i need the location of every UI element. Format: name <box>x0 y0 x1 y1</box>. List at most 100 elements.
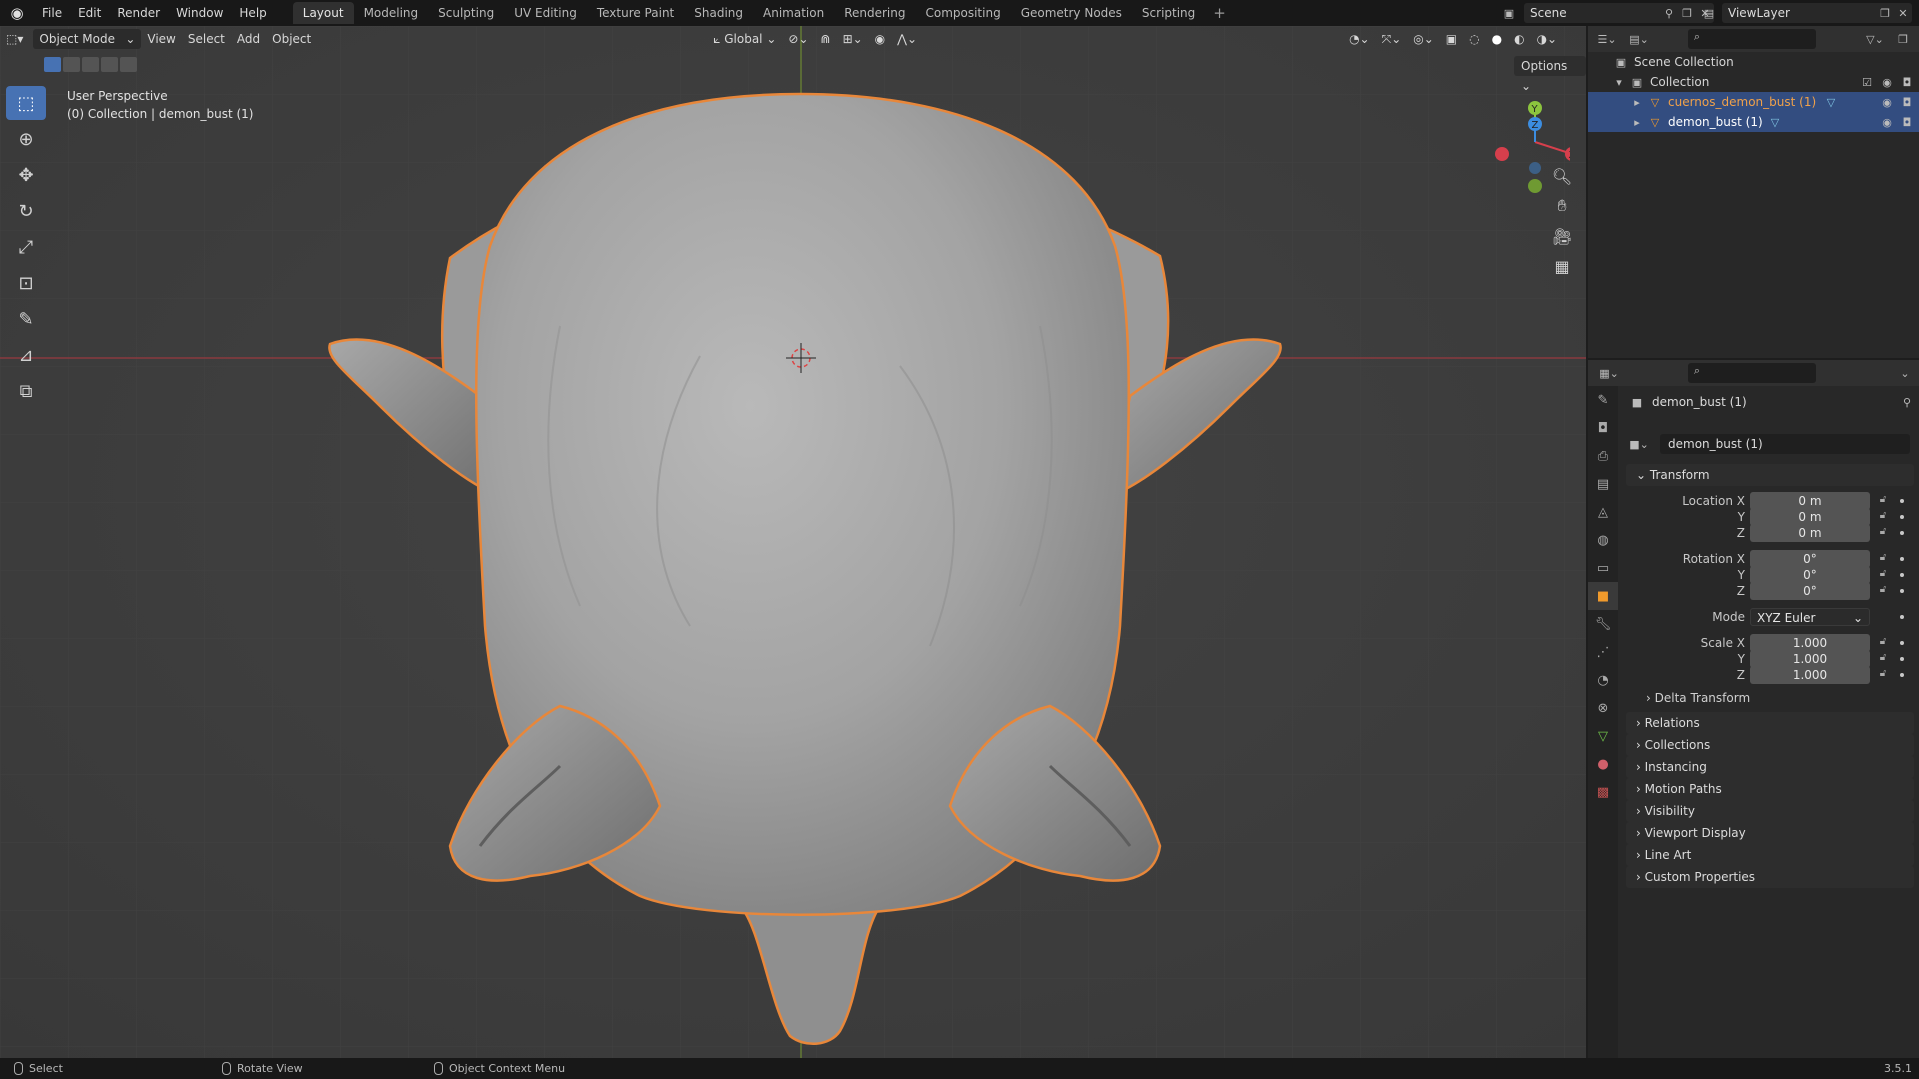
keyframe-dot-icon[interactable] <box>1900 499 1904 503</box>
keyframe-dot-icon[interactable] <box>1900 573 1904 577</box>
tab-scripting[interactable]: Scripting <box>1132 2 1205 24</box>
tab-rendering[interactable]: Rendering <box>834 2 915 24</box>
keyframe-dot-icon[interactable] <box>1900 515 1904 519</box>
solid-shading-icon[interactable]: ● <box>1486 29 1508 49</box>
tab-compositing[interactable]: Compositing <box>915 2 1010 24</box>
move-tool-icon[interactable]: ✥ <box>6 158 46 192</box>
menu-object[interactable]: Object <box>266 29 317 49</box>
select-new-icon[interactable] <box>44 57 61 72</box>
scene-selector-icon[interactable]: ▣ <box>1500 5 1518 21</box>
texture-tab-icon[interactable]: ▩ <box>1588 778 1618 806</box>
ortho-grid-icon[interactable]: ▦ <box>1548 252 1576 280</box>
visibility-icon[interactable]: ◔⌄ <box>1343 29 1376 49</box>
eye-icon[interactable]: ◉ <box>1878 94 1896 110</box>
object-type-icon[interactable]: ■⌄ <box>1629 436 1649 452</box>
new-scene-icon[interactable]: ❐ <box>1678 5 1696 21</box>
constraints-tab-icon[interactable]: ⊗ <box>1588 694 1618 722</box>
delta-transform-header[interactable]: › Delta Transform <box>1626 688 1914 708</box>
lock-icon[interactable]: 🔓︎ <box>1876 651 1890 665</box>
editor-type-icon[interactable]: ⬚▾ <box>0 29 29 49</box>
view-layer-selector-icon[interactable]: ▤ <box>1700 5 1718 21</box>
instancing-panel-header[interactable]: › Instancing <box>1626 756 1914 778</box>
falloff-icon[interactable]: ⋀⌄ <box>891 29 923 49</box>
overlay-toggle-icon[interactable]: ◎⌄ <box>1407 29 1440 49</box>
visibility-panel-header[interactable]: › Visibility <box>1626 800 1914 822</box>
lock-icon[interactable]: 🔓︎ <box>1876 583 1890 597</box>
chevron-down-icon[interactable]: ⌄ <box>1896 365 1914 381</box>
motion-paths-panel-header[interactable]: › Motion Paths <box>1626 778 1914 800</box>
rotate-tool-icon[interactable]: ↻ <box>6 194 46 228</box>
physics-tab-icon[interactable]: ◔ <box>1588 666 1618 694</box>
output-tab-icon[interactable]: ⎙ <box>1588 442 1618 470</box>
render-tab-icon[interactable]: ◘ <box>1588 414 1618 442</box>
rotation-mode-dropdown[interactable]: XYZ Euler ⌄ <box>1750 608 1870 626</box>
material-shading-icon[interactable]: ◐ <box>1508 29 1530 49</box>
scene-field[interactable]: Scene ⚲ ❐ ✕ <box>1524 3 1714 23</box>
custom-properties-panel-header[interactable]: › Custom Properties <box>1626 866 1914 888</box>
outliner-row-collection[interactable]: ▾ ▣ Collection ☑ ◉ ◘ <box>1588 72 1919 92</box>
particles-tab-icon[interactable]: ⋰ <box>1588 638 1618 666</box>
tab-uv-editing[interactable]: UV Editing <box>504 2 587 24</box>
pivot-point-icon[interactable]: ⊘⌄ <box>782 29 814 49</box>
lock-icon[interactable]: 🔓︎ <box>1876 551 1890 565</box>
lock-icon[interactable]: 🔓︎ <box>1876 525 1890 539</box>
outliner-row-cuernos[interactable]: ▸ ▽ cuernos_demon_bust (1) ▽ ◉ ◘ <box>1588 92 1919 112</box>
display-mode-icon[interactable]: ▤⌄ <box>1629 31 1649 47</box>
outliner-editor-icon[interactable]: ☰⌄ <box>1597 31 1616 47</box>
outliner-row-scene-collection[interactable]: ▣ Scene Collection <box>1588 52 1919 72</box>
outliner-row-demon-bust[interactable]: ▸ ▽ demon_bust (1) ▽ ◉ ◘ <box>1588 112 1919 132</box>
blender-logo-icon[interactable]: ◉ <box>0 0 34 26</box>
options-dropdown[interactable]: Options ⌄ <box>1514 56 1586 93</box>
relations-panel-header[interactable]: › Relations <box>1626 712 1914 734</box>
line-art-panel-header[interactable]: › Line Art <box>1626 844 1914 866</box>
wireframe-shading-icon[interactable]: ◌ <box>1463 29 1485 49</box>
transform-tool-icon[interactable]: ⊡ <box>6 266 46 300</box>
rendered-shading-icon[interactable]: ◑⌄ <box>1531 29 1564 49</box>
expand-chevron-icon[interactable]: ▸ <box>1628 114 1646 130</box>
viewport-display-panel-header[interactable]: › Viewport Display <box>1626 822 1914 844</box>
gizmo-neg-y[interactable] <box>1528 179 1542 193</box>
lock-icon[interactable]: 🔓︎ <box>1876 635 1890 649</box>
add-workspace-icon[interactable]: + <box>1205 4 1234 22</box>
lock-icon[interactable]: 🔓︎ <box>1876 567 1890 581</box>
menu-edit[interactable]: Edit <box>70 0 109 26</box>
menu-select[interactable]: Select <box>182 29 231 49</box>
render-camera-icon[interactable]: ◘ <box>1898 74 1916 90</box>
object-tab-icon[interactable]: ■ <box>1588 582 1618 610</box>
camera-view-icon[interactable]: 🎥︎ <box>1548 222 1576 250</box>
menu-render[interactable]: Render <box>109 0 168 26</box>
annotate-tool-icon[interactable]: ✎ <box>6 302 46 336</box>
tab-shading[interactable]: Shading <box>684 2 753 24</box>
menu-file[interactable]: File <box>34 0 70 26</box>
modifier-tab-icon[interactable]: 🔧︎ <box>1588 610 1618 638</box>
mode-dropdown[interactable]: Object Mode ⌄ <box>33 29 142 49</box>
keyframe-dot-icon[interactable] <box>1900 589 1904 593</box>
tab-layout[interactable]: Layout <box>292 2 354 24</box>
collection-tab-icon[interactable]: ▭ <box>1588 554 1618 582</box>
tab-texture-paint[interactable]: Texture Paint <box>587 2 684 24</box>
expand-chevron-icon[interactable]: ▸ <box>1628 94 1646 110</box>
menu-add[interactable]: Add <box>231 29 266 49</box>
tool-tab-icon[interactable]: ✎ <box>1588 386 1618 414</box>
collections-panel-header[interactable]: › Collections <box>1626 734 1914 756</box>
object-name-field[interactable]: demon_bust (1) <box>1660 434 1910 454</box>
measure-tool-icon[interactable]: ⊿ <box>6 338 46 372</box>
keyframe-dot-icon[interactable] <box>1900 557 1904 561</box>
rotation-z-field[interactable]: 0° <box>1750 582 1870 600</box>
exclude-checkbox-icon[interactable]: ☑ <box>1858 74 1876 90</box>
select-intersect-icon[interactable] <box>120 57 137 72</box>
proportional-editing-icon[interactable]: ◉ <box>869 29 891 49</box>
location-z-field[interactable]: 0 m <box>1750 524 1870 542</box>
keyframe-dot-icon[interactable] <box>1900 673 1904 677</box>
lock-icon[interactable]: 🔓︎ <box>1876 667 1890 681</box>
cursor-tool-icon[interactable]: ⊕ <box>6 122 46 156</box>
data-tab-icon[interactable]: ▽ <box>1588 722 1618 750</box>
snap-target-icon[interactable]: ⊞⌄ <box>837 29 869 49</box>
tab-geometry-nodes[interactable]: Geometry Nodes <box>1011 2 1132 24</box>
tab-sculpting[interactable]: Sculpting <box>428 2 504 24</box>
keyframe-dot-icon[interactable] <box>1900 615 1904 619</box>
keyframe-dot-icon[interactable] <box>1900 657 1904 661</box>
keyframe-dot-icon[interactable] <box>1900 641 1904 645</box>
add-cube-tool-icon[interactable]: ⧉ <box>6 374 46 408</box>
orientation-dropdown[interactable]: ⟀ Global ⌄ <box>707 29 782 49</box>
